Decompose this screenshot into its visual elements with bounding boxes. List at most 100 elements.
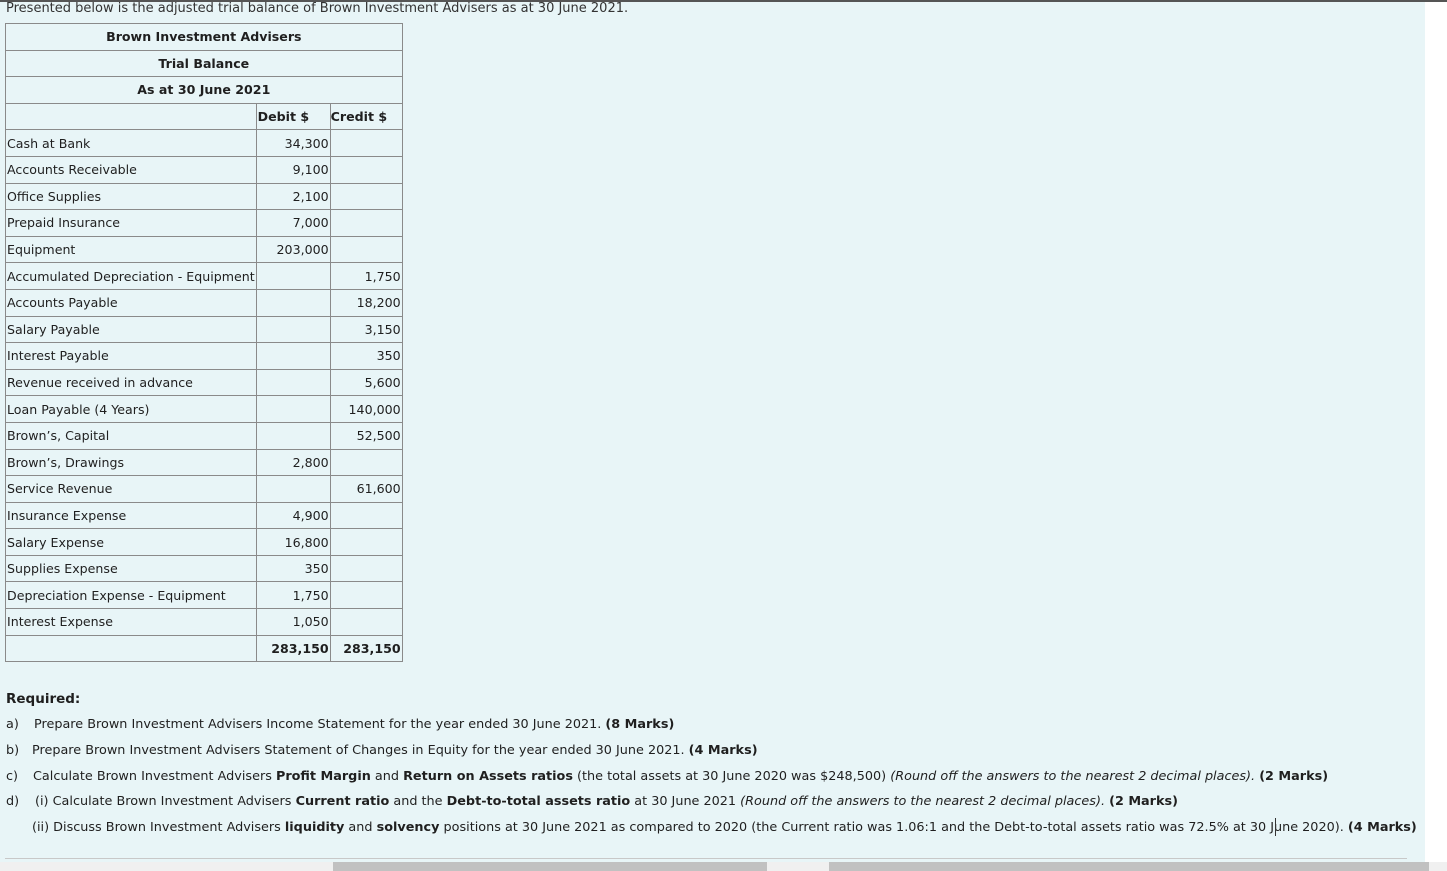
question-c-marks: (2 Marks) bbox=[1259, 769, 1329, 784]
table-row: Salary Expense 16,800 bbox=[5, 528, 403, 556]
question-c-pre: Calculate Brown Investment Advisers bbox=[33, 769, 272, 784]
table-row: Accounts Payable 18,200 bbox=[5, 288, 403, 317]
table-row: Revenue received in advance 5,600 bbox=[5, 368, 403, 397]
question-b-text: Prepare Brown Investment Advisers Statem… bbox=[32, 743, 685, 758]
question-d-current-ratio: Current ratio bbox=[295, 794, 390, 809]
scrollbar-track-segment bbox=[829, 862, 1429, 871]
debit-cell: 2,100 bbox=[255, 182, 331, 211]
total-row: 283,150 283,150 bbox=[5, 634, 403, 663]
question-d-rounding: (Round off the answers to the nearest 2 … bbox=[740, 794, 1106, 809]
account-cell: Brown’s, Drawings bbox=[5, 448, 257, 477]
company-row: Brown Investment Advisers bbox=[5, 23, 403, 51]
account-cell: Insurance Expense bbox=[5, 501, 257, 530]
required-heading: Required: bbox=[6, 691, 81, 707]
question-c-profit-margin: Profit Margin bbox=[275, 769, 371, 784]
debit-cell bbox=[255, 368, 331, 397]
credit-cell: 3,150 bbox=[329, 315, 403, 344]
trial-balance-table: Brown Investment Advisers Trial Balance … bbox=[5, 23, 403, 663]
question-d-ii-liquidity: liquidity bbox=[284, 820, 345, 835]
table-row: Cash at Bank 34,300 bbox=[5, 129, 403, 157]
account-header bbox=[5, 102, 257, 131]
table-row: Depreciation Expense - Equipment 1,750 bbox=[5, 581, 403, 610]
credit-cell bbox=[329, 554, 403, 583]
question-d-mid: and the bbox=[393, 794, 443, 809]
table-row: Brown’s, Drawings 2,800 bbox=[5, 448, 403, 477]
question-d-ii-marks: (4 Marks) bbox=[1347, 820, 1417, 835]
credit-cell bbox=[329, 129, 403, 157]
question-c-mid: and bbox=[374, 769, 399, 784]
account-cell: Prepaid Insurance bbox=[5, 209, 257, 237]
table-row: Office Supplies 2,100 bbox=[5, 182, 403, 211]
table-row: Accumulated Depreciation - Equipment 1,75… bbox=[5, 262, 403, 290]
question-b-label: b) bbox=[6, 743, 20, 758]
table-row: Equipment 203,000 bbox=[5, 235, 403, 264]
table-row: Loan Payable (4 Years) 140,000 bbox=[5, 395, 403, 423]
debit-cell bbox=[255, 421, 331, 450]
credit-cell bbox=[329, 528, 403, 556]
table-title: Trial Balance bbox=[5, 49, 403, 78]
debit-cell bbox=[255, 262, 331, 290]
account-cell: Accounts Payable bbox=[5, 288, 257, 317]
debit-cell: 203,000 bbox=[255, 235, 331, 264]
debit-cell: 9,100 bbox=[255, 155, 331, 184]
question-d-pre: (i) Calculate Brown Investment Advisers bbox=[35, 794, 292, 809]
question-d-post: at 30 June 2021 bbox=[634, 794, 737, 809]
question-d-label: d) bbox=[6, 794, 20, 809]
question-d-ii-solvency: solvency bbox=[376, 820, 440, 835]
credit-cell bbox=[329, 448, 403, 477]
table-row: Interest Expense 1,050 bbox=[5, 608, 403, 636]
table-row: Insurance Expense 4,900 bbox=[5, 501, 403, 530]
table-row: Salary Payable 3,150 bbox=[5, 315, 403, 344]
credit-header: Credit $ bbox=[329, 102, 403, 131]
credit-cell bbox=[329, 581, 403, 610]
question-d-ii-post: positions at 30 June 2021 as compared to… bbox=[443, 820, 1344, 835]
question-a-text: Prepare Brown Investment Advisers Income… bbox=[34, 717, 602, 732]
credit-cell: 350 bbox=[329, 342, 403, 370]
account-cell: Salary Payable bbox=[5, 315, 257, 344]
debit-cell bbox=[255, 342, 331, 370]
credit-cell: 1,750 bbox=[329, 262, 403, 290]
text-cursor bbox=[1275, 818, 1276, 836]
credit-cell bbox=[329, 608, 403, 636]
column-header-row: Debit $ Credit $ bbox=[5, 102, 403, 131]
question-a-label: a) bbox=[6, 717, 19, 732]
account-cell: Interest Payable bbox=[5, 342, 257, 370]
scrollbar-thumb[interactable] bbox=[333, 862, 767, 871]
company-name: Brown Investment Advisers bbox=[5, 23, 403, 51]
horizontal-scrollbar[interactable] bbox=[0, 862, 1447, 871]
account-cell: Depreciation Expense - Equipment bbox=[5, 581, 257, 610]
account-cell: Loan Payable (4 Years) bbox=[5, 395, 257, 423]
table-row: Accounts Receivable 9,100 bbox=[5, 155, 403, 184]
account-cell: Accumulated Depreciation - Equipment bbox=[5, 262, 257, 290]
question-c-roa: Return on Assets ratios bbox=[403, 769, 573, 784]
date-row: As at 30 June 2021 bbox=[5, 76, 403, 104]
question-c-rounding: (Round off the answers to the nearest 2 … bbox=[890, 769, 1256, 784]
account-cell: Service Revenue bbox=[5, 475, 257, 503]
question-b-marks: (4 Marks) bbox=[688, 743, 758, 758]
credit-cell: 52,500 bbox=[329, 421, 403, 450]
question-d-debt-ratio: Debt-to-total assets ratio bbox=[446, 794, 631, 809]
question-a-marks: (8 Marks) bbox=[605, 717, 675, 732]
table-row: Service Revenue 61,600 bbox=[5, 475, 403, 503]
credit-cell: 61,600 bbox=[329, 475, 403, 503]
credit-cell bbox=[329, 501, 403, 530]
debit-cell: 350 bbox=[255, 554, 331, 583]
debit-cell bbox=[255, 288, 331, 317]
question-c-post: (the total assets at 30 June 2020 was $2… bbox=[577, 769, 887, 784]
title-row: Trial Balance bbox=[5, 49, 403, 78]
total-debit: 283,150 bbox=[255, 634, 331, 663]
account-cell: Interest Expense bbox=[5, 608, 257, 636]
account-cell: Cash at Bank bbox=[5, 129, 257, 157]
table-row: Supplies Expense 350 bbox=[5, 554, 403, 583]
intro-text: Presented below is the adjusted trial ba… bbox=[6, 1, 629, 16]
credit-cell bbox=[329, 235, 403, 264]
debit-cell: 7,000 bbox=[255, 209, 331, 237]
debit-cell bbox=[255, 315, 331, 344]
account-cell: Equipment bbox=[5, 235, 257, 264]
account-cell: Accounts Receivable bbox=[5, 155, 257, 184]
debit-cell: 1,750 bbox=[255, 581, 331, 610]
table-row: Interest Payable 350 bbox=[5, 342, 403, 370]
debit-cell bbox=[255, 475, 331, 503]
credit-cell: 5,600 bbox=[329, 368, 403, 397]
credit-cell: 18,200 bbox=[329, 288, 403, 317]
